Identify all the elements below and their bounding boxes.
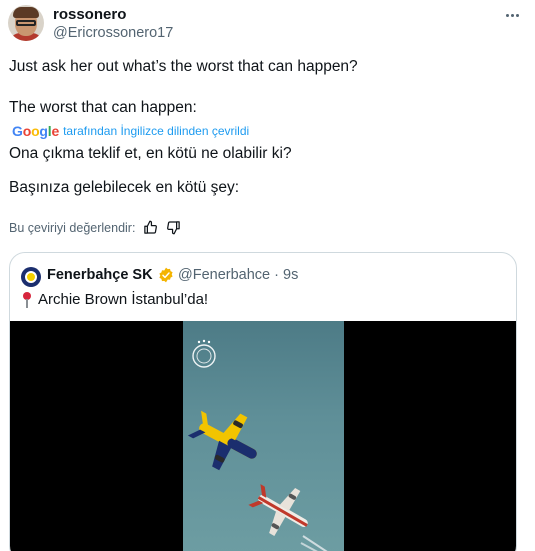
quote-text: Archie Brown İstanbul’da! <box>22 291 208 308</box>
video-player[interactable] <box>10 321 516 551</box>
author-name[interactable]: rossonero <box>53 6 126 23</box>
quote-text-content: Archie Brown İstanbul’da! <box>38 291 209 308</box>
quote-meta: @Fenerbahce · 9s <box>178 267 298 283</box>
rate-translation: Bu çeviriyi değerlendir: <box>9 220 181 235</box>
rate-translation-label: Bu çeviriyi değerlendir: <box>9 220 136 235</box>
quote-author-handle[interactable]: @Fenerbahce <box>178 267 270 283</box>
verified-badge-icon <box>159 267 173 283</box>
translation-label[interactable]: tarafından İngilizce dilinden çevrildi <box>63 124 249 138</box>
more-options-icon[interactable] <box>500 5 524 25</box>
separator-dot: · <box>274 267 279 283</box>
video-frame[interactable] <box>183 321 344 551</box>
thumbs-down-icon[interactable] <box>166 220 181 235</box>
translated-text-line-1: Ona çıkma teklif et, en kötü ne olabilir… <box>9 145 292 162</box>
tweet-text-line-1: Just ask her out what’s the worst that c… <box>9 58 358 75</box>
airplane-red <box>248 484 308 537</box>
pin-icon <box>22 291 32 308</box>
club-crest-icon <box>192 339 216 368</box>
quote-time[interactable]: 9s <box>283 267 298 283</box>
author-handle[interactable]: @Ericrossonero17 <box>53 25 173 41</box>
video-still-image <box>187 339 328 551</box>
avatar[interactable] <box>8 5 44 41</box>
quote-avatar[interactable] <box>21 267 41 287</box>
translation-attribution[interactable]: Google tarafından İngilizce dilinden çev… <box>12 123 249 139</box>
tweet[interactable]: rossonero @Ericrossonero17 Just ask her … <box>0 0 535 551</box>
quote-author-name[interactable]: Fenerbahçe SK <box>47 267 153 283</box>
translated-text-line-2: Başınıza gelebilecek en kötü şey: <box>9 179 240 196</box>
google-logo: Google <box>12 123 60 139</box>
thumbs-up-icon[interactable] <box>143 220 158 235</box>
tweet-text-line-2: The worst that can happen: <box>9 99 197 116</box>
airplane-yellow <box>187 410 257 471</box>
quoted-tweet[interactable]: Fenerbahçe SK @Fenerbahce · 9s Archie Br… <box>9 252 517 551</box>
